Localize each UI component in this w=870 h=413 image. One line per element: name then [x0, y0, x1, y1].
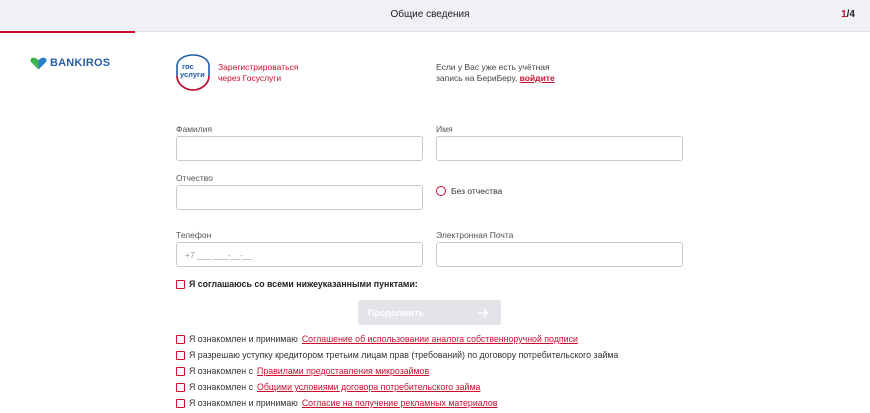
continue-label: Продолжить [368, 307, 424, 318]
first-name-input[interactable] [436, 136, 683, 161]
bankiros-heart-icon [30, 57, 47, 69]
agreement-link[interactable]: Соглашение об использовании аналога собс… [302, 334, 578, 344]
page-title: Общие сведения [390, 9, 470, 20]
email-input[interactable] [436, 242, 683, 267]
arrow-right-icon [478, 308, 489, 317]
gosuslugi-link-line2: через Госуслуги [218, 73, 282, 83]
agreement-item[interactable]: Я ознакомлен и принимаю Соглашение об ис… [176, 334, 578, 344]
agreement-checkbox[interactable] [176, 398, 185, 408]
agreement-text: Я разрешаю уступку кредитором третьим ли… [189, 350, 619, 360]
agreement-checkbox[interactable] [176, 350, 185, 360]
email-label: Электронная Почта [436, 230, 514, 240]
login-link[interactable]: войдите [520, 73, 555, 83]
agreement-link[interactable]: Правилами предоставления микрозаймов [257, 366, 429, 376]
existing-account-line2: запись на БериБеру, [436, 73, 518, 83]
phone-label: Телефон [176, 230, 212, 240]
phone-input[interactable] [176, 242, 423, 267]
agreement-text: Я ознакомлен с [189, 366, 253, 376]
last-name-input[interactable] [176, 136, 423, 161]
gosuslugi-logo-line2: услуги [180, 70, 205, 79]
first-name-label: Имя [436, 124, 453, 134]
agreement-checkbox[interactable] [176, 334, 185, 344]
agreement-item[interactable]: Я разрешаю уступку кредитором третьим ли… [176, 350, 618, 360]
no-middle-name-option[interactable]: Без отчества [436, 186, 502, 196]
bankiros-logo[interactable]: BANKIROS [30, 56, 110, 70]
agreement-item[interactable]: Я ознакомлен с Правилами предоставления … [176, 366, 429, 376]
agreement-link[interactable]: Общими условиями договора потребительско… [257, 382, 480, 392]
existing-account-notice: Если у Вас уже есть учётная запись на Бе… [436, 62, 555, 84]
agreement-link[interactable]: Согласие на получение рекламных материал… [302, 398, 498, 408]
agreement-item[interactable]: Я ознакомлен и принимаю Согласие на полу… [176, 398, 497, 408]
gosuslugi-register-link[interactable]: Зарегистрироваться через Госуслуги [218, 62, 298, 84]
middle-name-label: Отчество [176, 173, 213, 183]
last-name-label: Фамилия [176, 124, 213, 134]
agreement-text: Я ознакомлен и принимаю [189, 398, 298, 408]
agreement-text: Я ознакомлен с [189, 382, 253, 392]
progress-bar [0, 31, 135, 33]
no-middle-name-label: Без отчества [451, 186, 503, 196]
agree-all-checkbox[interactable] [176, 279, 185, 289]
agree-all-label: Я соглашаюсь со всеми нижеуказанными пун… [189, 279, 418, 289]
agreement-text: Я ознакомлен и принимаю [189, 334, 298, 344]
agreement-checkbox[interactable] [176, 382, 185, 392]
gosuslugi-logo[interactable]: гос услуги [176, 54, 210, 91]
brand-name: BANKIROS [50, 57, 111, 69]
agreement-item[interactable]: Я ознакомлен с Общими условиями договора… [176, 382, 480, 392]
step-counter: 1/4 [841, 9, 855, 20]
continue-button[interactable]: Продолжить [358, 300, 501, 325]
step-total: /4 [846, 9, 855, 20]
top-bar: Общие сведения 1/4 [0, 0, 870, 32]
no-middle-name-radio[interactable] [436, 186, 446, 196]
existing-account-line1: Если у Вас уже есть учётная [436, 62, 550, 72]
middle-name-input[interactable] [176, 185, 423, 210]
agreement-checkbox[interactable] [176, 366, 185, 376]
gosuslugi-link-line1: Зарегистрироваться [218, 62, 299, 72]
agree-all-row[interactable]: Я соглашаюсь со всеми нижеуказанными пун… [176, 279, 418, 289]
